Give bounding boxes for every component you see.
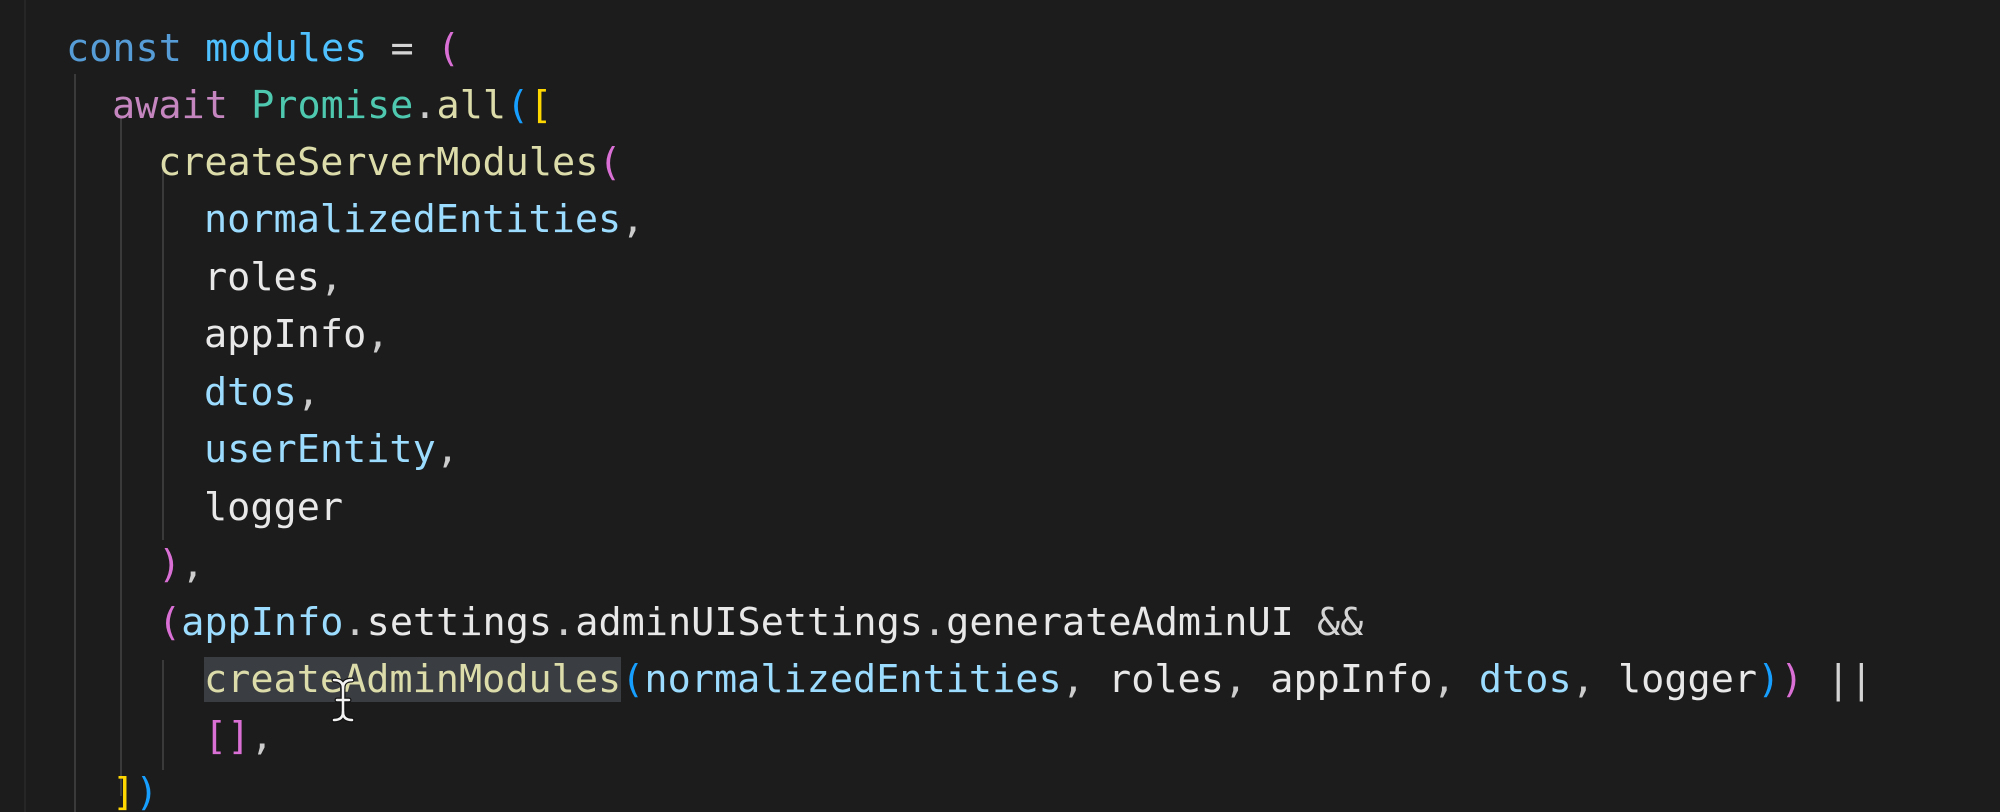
code-token: ( bbox=[598, 140, 622, 185]
code-token: , bbox=[250, 714, 274, 759]
code-token: . bbox=[922, 600, 947, 645]
code-token: , bbox=[319, 255, 344, 300]
code-line-2[interactable]: await Promise.all([ bbox=[112, 77, 552, 134]
code-token: [ bbox=[529, 83, 553, 128]
code-token: roles bbox=[1108, 657, 1224, 702]
code-line-1[interactable]: const modules = ( bbox=[66, 20, 460, 77]
code-token: ) bbox=[158, 542, 182, 587]
code-token: ] bbox=[112, 770, 136, 812]
code-token: Promise bbox=[251, 83, 414, 128]
code-line-7[interactable]: dtos, bbox=[204, 364, 320, 421]
code-token: ) bbox=[135, 770, 159, 812]
code-line-14[interactable]: ]) bbox=[112, 764, 158, 812]
code-token: || bbox=[1803, 657, 1873, 702]
code-token: settings bbox=[366, 600, 553, 645]
code-token: , bbox=[366, 312, 390, 357]
code-token: userEntity bbox=[204, 427, 436, 472]
code-line-3[interactable]: createServerModules( bbox=[158, 134, 622, 191]
code-token: ) bbox=[1757, 657, 1781, 702]
code-token: dtos bbox=[204, 370, 297, 415]
code-line-12[interactable]: createAdminModules(normalizedEntities, r… bbox=[204, 651, 1873, 708]
code-line-11[interactable]: (appInfo.settings.adminUISettings.genera… bbox=[158, 594, 1387, 651]
code-token: appInfo bbox=[1270, 657, 1433, 702]
code-line-4[interactable]: normalizedEntities, bbox=[204, 191, 644, 248]
indent-guide-level-3 bbox=[162, 160, 164, 540]
code-token: ( bbox=[621, 657, 645, 702]
code-token: , bbox=[296, 370, 320, 415]
code-line-9[interactable]: logger bbox=[204, 479, 343, 536]
code-token: , bbox=[1061, 657, 1109, 702]
code-token: . bbox=[413, 83, 437, 128]
code-token: ) bbox=[1780, 657, 1804, 702]
code-token: ( bbox=[506, 83, 530, 128]
code-line-10[interactable]: ), bbox=[158, 536, 204, 593]
code-token: appInfo bbox=[204, 312, 367, 357]
indent-guide-level-2 bbox=[120, 118, 122, 796]
code-token: . bbox=[343, 600, 367, 645]
code-token: ( bbox=[436, 26, 461, 71]
code-token: , bbox=[1223, 657, 1271, 702]
code-line-8[interactable]: userEntity, bbox=[204, 421, 459, 478]
text-cursor-icon bbox=[331, 677, 355, 723]
code-token: appInfo bbox=[181, 600, 344, 645]
code-token: , bbox=[621, 197, 645, 242]
code-token: all bbox=[436, 83, 507, 128]
code-token: await bbox=[112, 83, 228, 128]
code-token: ( bbox=[158, 600, 182, 645]
highlighted-token: createAdminModules bbox=[204, 657, 622, 702]
code-token: = bbox=[367, 26, 437, 71]
indent-guide-level-1 bbox=[74, 74, 76, 812]
code-line-6[interactable]: appInfo, bbox=[204, 306, 389, 363]
code-token: && bbox=[1293, 600, 1387, 645]
code-line-5[interactable]: roles, bbox=[204, 249, 343, 306]
code-token: . bbox=[552, 600, 576, 645]
code-token: adminUISettings bbox=[575, 600, 923, 645]
code-token: logger bbox=[1617, 657, 1758, 702]
code-token: modules bbox=[205, 26, 368, 71]
code-token: generateAdminUI bbox=[946, 600, 1294, 645]
code-token: normalizedEntities bbox=[204, 197, 622, 242]
code-token: const bbox=[66, 26, 182, 71]
code-token: [] bbox=[204, 714, 251, 759]
code-token: normalizedEntities bbox=[644, 657, 1062, 702]
code-editor[interactable]: const modules = (await Promise.all([crea… bbox=[0, 0, 2000, 812]
code-token: , bbox=[1571, 657, 1618, 702]
code-token: logger bbox=[204, 485, 344, 530]
code-token: , bbox=[1432, 657, 1479, 702]
code-token: , bbox=[181, 542, 205, 587]
editor-gutter-edge bbox=[24, 0, 26, 812]
code-token: dtos bbox=[1478, 657, 1572, 702]
indent-guide-level-3b bbox=[162, 660, 164, 770]
code-token: , bbox=[435, 427, 459, 472]
code-token: roles bbox=[204, 255, 320, 300]
code-token: createServerModules bbox=[158, 140, 599, 185]
code-line-13[interactable]: [], bbox=[204, 708, 274, 765]
